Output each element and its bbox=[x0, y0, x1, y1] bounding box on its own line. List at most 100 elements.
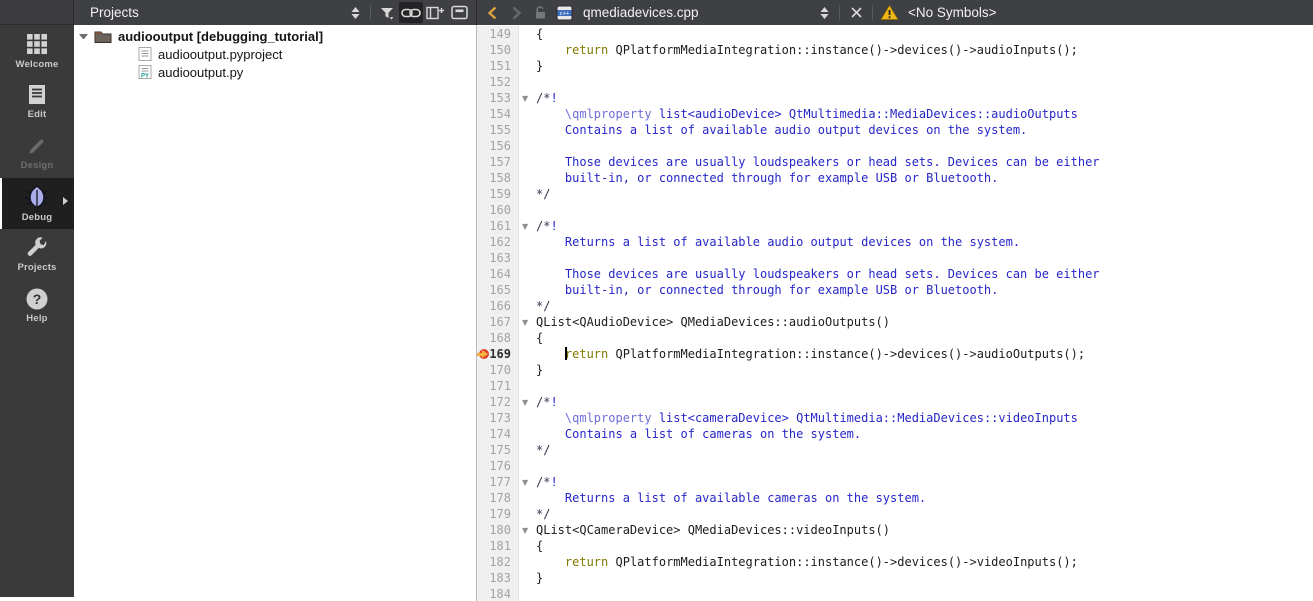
code-text[interactable]: { bbox=[536, 330, 543, 346]
code-text[interactable]: /*! bbox=[536, 474, 558, 490]
code-line[interactable]: 165 built-in, or connected through for e… bbox=[477, 282, 1313, 298]
code-text[interactable]: return QPlatformMediaIntegration::instan… bbox=[536, 554, 1078, 570]
code-line[interactable]: 173 \qmlproperty list<cameraDevice> QtMu… bbox=[477, 410, 1313, 426]
line-number-gutter[interactable]: 151 bbox=[477, 58, 519, 74]
line-number-gutter[interactable]: 156 bbox=[477, 138, 519, 154]
line-number-gutter[interactable]: 184 bbox=[477, 586, 519, 601]
fold-marker-icon[interactable]: ▼ bbox=[522, 523, 528, 539]
line-number-gutter[interactable]: 183 bbox=[477, 570, 519, 586]
line-number-gutter[interactable]: 181 bbox=[477, 538, 519, 554]
code-line[interactable]: 180▼ QList<QCameraDevice> QMediaDevices::… bbox=[477, 522, 1313, 538]
line-number-gutter[interactable]: 150 bbox=[477, 42, 519, 58]
line-number-gutter[interactable]: 149 bbox=[477, 26, 519, 42]
line-number-gutter[interactable]: 161 bbox=[477, 218, 519, 234]
line-number-gutter[interactable]: 176 bbox=[477, 458, 519, 474]
code-line[interactable]: 151} bbox=[477, 58, 1313, 74]
line-number-gutter[interactable]: 157 bbox=[477, 154, 519, 170]
line-number-gutter[interactable]: 158 bbox=[477, 170, 519, 186]
code-line[interactable]: 157 Those devices are usually loudspeake… bbox=[477, 154, 1313, 170]
mode-help[interactable]: ? Help bbox=[0, 280, 74, 331]
split-panel-button[interactable] bbox=[423, 2, 447, 23]
code-line[interactable]: 174 Contains a list of cameras on the sy… bbox=[477, 426, 1313, 442]
code-line[interactable]: 149 { bbox=[477, 26, 1313, 42]
code-line[interactable]: 162 Returns a list of available audio ou… bbox=[477, 234, 1313, 250]
fold-marker-icon[interactable]: ▼ bbox=[522, 315, 528, 331]
mode-debug[interactable]: Debug bbox=[0, 178, 74, 229]
code-text[interactable]: QList<QAudioDevice> QMediaDevices::audio… bbox=[536, 314, 890, 330]
line-number-gutter[interactable]: 180 bbox=[477, 522, 519, 538]
line-number-gutter[interactable]: 179 bbox=[477, 506, 519, 522]
code-text[interactable]: Those devices are usually loudspeakers o… bbox=[536, 154, 1100, 170]
code-text[interactable]: { bbox=[536, 26, 543, 42]
debug-flyout-arrow-icon[interactable] bbox=[63, 197, 68, 205]
line-number-gutter[interactable]: 177 bbox=[477, 474, 519, 490]
close-document-button[interactable] bbox=[844, 2, 868, 23]
code-line[interactable]: 178 Returns a list of available cameras … bbox=[477, 490, 1313, 506]
fold-marker-icon[interactable]: ▼ bbox=[522, 475, 528, 491]
line-number-gutter[interactable]: 164 bbox=[477, 266, 519, 282]
expander-icon[interactable] bbox=[79, 34, 88, 39]
code-text[interactable]: { bbox=[536, 538, 543, 554]
tree-item-pyproject-file[interactable]: audiooutput.pyproject bbox=[74, 45, 476, 63]
mode-welcome[interactable]: Welcome bbox=[0, 25, 74, 76]
code-text[interactable]: } bbox=[536, 362, 543, 378]
code-text[interactable]: Returns a list of available cameras on t… bbox=[536, 490, 926, 506]
code-line[interactable]: 163 bbox=[477, 250, 1313, 266]
hide-panel-button[interactable] bbox=[447, 2, 471, 23]
code-line[interactable]: 182 return QPlatformMediaIntegration::in… bbox=[477, 554, 1313, 570]
code-editor[interactable]: 149 {150 return QPlatformMediaIntegration… bbox=[477, 25, 1313, 601]
line-number-gutter[interactable]: 166 bbox=[477, 298, 519, 314]
code-text[interactable]: /*! bbox=[536, 90, 558, 106]
line-number-gutter[interactable]: 165 bbox=[477, 282, 519, 298]
code-line[interactable]: 153▼/*! bbox=[477, 90, 1313, 106]
code-line[interactable]: 177▼ /*! bbox=[477, 474, 1313, 490]
code-line[interactable]: 161▼/*! bbox=[477, 218, 1313, 234]
open-document-selector[interactable]: qmediadevices.cpp bbox=[583, 0, 835, 25]
code-text[interactable]: Returns a list of available audio output… bbox=[536, 234, 1020, 250]
code-text[interactable]: return QPlatformMediaIntegration::instan… bbox=[536, 42, 1078, 58]
code-line[interactable]: 183} bbox=[477, 570, 1313, 586]
line-number-gutter[interactable]: 175 bbox=[477, 442, 519, 458]
code-line[interactable]: 164 Those devices are usually loudspeake… bbox=[477, 266, 1313, 282]
code-text[interactable]: */ bbox=[536, 298, 550, 314]
line-number-gutter[interactable]: 153 bbox=[477, 90, 519, 106]
code-text[interactable]: */ bbox=[536, 186, 550, 202]
line-number-gutter[interactable]: 169 bbox=[477, 346, 519, 362]
code-line[interactable]: 170} bbox=[477, 362, 1313, 378]
code-line[interactable]: 166 */ bbox=[477, 298, 1313, 314]
code-line[interactable]: 156 bbox=[477, 138, 1313, 154]
code-line[interactable]: 158 built-in, or connected through for e… bbox=[477, 170, 1313, 186]
code-text[interactable]: /*! bbox=[536, 394, 558, 410]
mode-edit[interactable]: Edit bbox=[0, 76, 74, 127]
line-number-gutter[interactable]: 178 bbox=[477, 490, 519, 506]
code-text[interactable]: */ bbox=[536, 442, 550, 458]
code-text[interactable]: return QPlatformMediaIntegration::instan… bbox=[536, 346, 1085, 362]
code-line[interactable]: 167▼QList<QAudioDevice> QMediaDevices::a… bbox=[477, 314, 1313, 330]
code-line[interactable]: 160 bbox=[477, 202, 1313, 218]
line-number-gutter[interactable]: 168 bbox=[477, 330, 519, 346]
code-text[interactable]: } bbox=[536, 570, 543, 586]
line-number-gutter[interactable]: 171 bbox=[477, 378, 519, 394]
code-line[interactable]: 159*/ bbox=[477, 186, 1313, 202]
code-line[interactable]: 184 bbox=[477, 586, 1313, 601]
code-text[interactable]: Contains a list of available audio outpu… bbox=[536, 122, 1027, 138]
line-number-gutter[interactable]: 170 bbox=[477, 362, 519, 378]
file-lock-button[interactable] bbox=[528, 2, 552, 23]
code-line[interactable]: 155 Contains a list of available audio o… bbox=[477, 122, 1313, 138]
code-line[interactable]: 176 bbox=[477, 458, 1313, 474]
line-number-gutter[interactable]: 182 bbox=[477, 554, 519, 570]
code-text[interactable]: */ bbox=[536, 506, 550, 522]
code-text[interactable]: QList<QCameraDevice> QMediaDevices::vide… bbox=[536, 522, 890, 538]
code-line[interactable]: 150 return QPlatformMediaIntegration::in… bbox=[477, 42, 1313, 58]
code-text[interactable]: \qmlproperty list<audioDevice> QtMultime… bbox=[536, 106, 1078, 122]
line-number-gutter[interactable]: 173 bbox=[477, 410, 519, 426]
tree-item-project-root[interactable]: audiooutput [debugging_tutorial] bbox=[74, 27, 476, 45]
code-text[interactable]: Those devices are usually loudspeakers o… bbox=[536, 266, 1100, 282]
line-number-gutter[interactable]: 174 bbox=[477, 426, 519, 442]
code-line[interactable]: 154 \qmlproperty list<audioDevice> QtMul… bbox=[477, 106, 1313, 122]
line-number-gutter[interactable]: 155 bbox=[477, 122, 519, 138]
code-line[interactable]: 168 { bbox=[477, 330, 1313, 346]
code-line[interactable]: 175 */ bbox=[477, 442, 1313, 458]
code-text[interactable]: \qmlproperty list<cameraDevice> QtMultim… bbox=[536, 410, 1078, 426]
tree-item-python-file[interactable]: PY audiooutput.py bbox=[74, 63, 476, 81]
